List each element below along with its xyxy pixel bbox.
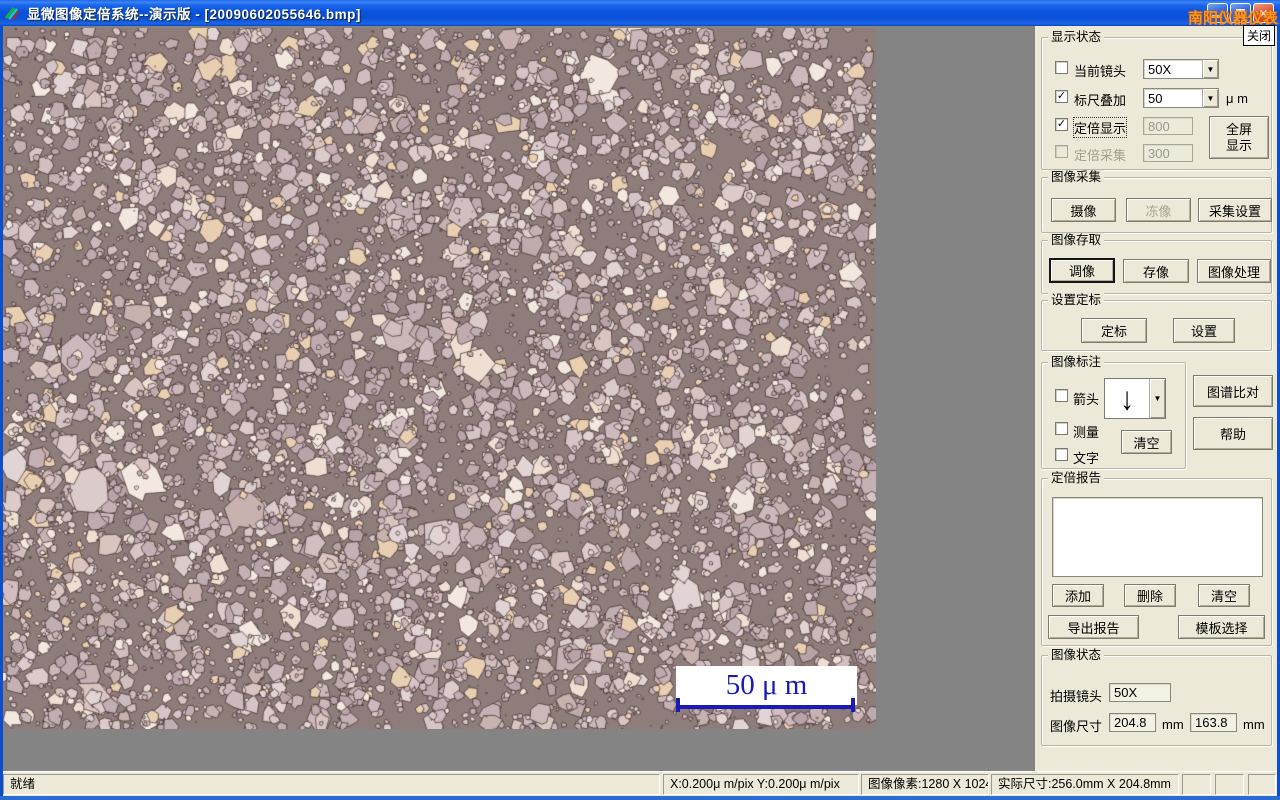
- group-storage-label: 图像存取: [1048, 233, 1105, 247]
- group-capture-label: 图像采集: [1048, 170, 1105, 184]
- checkbox-scale-overlay[interactable]: ✓: [1055, 90, 1068, 103]
- help-button[interactable]: 帮助: [1193, 417, 1273, 450]
- status-image-pixels: 图像像素:1280 X 1024: [861, 774, 989, 795]
- image-process-button[interactable]: 图像处理: [1197, 259, 1271, 283]
- group-display-status-label: 显示状态: [1048, 30, 1105, 44]
- image-height-field: 163.8: [1190, 713, 1237, 732]
- window-title: 显微图像定倍系统--演示版 - [20090602055646.bmp]: [27, 7, 361, 22]
- group-report-label: 定倍报告: [1048, 471, 1105, 485]
- chevron-down-icon[interactable]: ▼: [1202, 60, 1218, 78]
- scale-unit-label: μ m: [1226, 91, 1248, 106]
- app-icon: [4, 7, 20, 21]
- lens-value-field: 50X: [1109, 683, 1171, 702]
- restore-button[interactable]: [1230, 3, 1251, 23]
- atlas-compare-button[interactable]: 图谱比对: [1193, 375, 1273, 407]
- group-calibration-label: 设置定标: [1048, 293, 1105, 307]
- status-actual-size: 实际尺寸:256.0mm X 204.8mm: [991, 774, 1179, 795]
- status-ready: 就绪: [3, 774, 660, 795]
- report-delete-button[interactable]: 删除: [1124, 584, 1176, 607]
- checkbox-fixed-capture-label: 定倍采集: [1074, 148, 1127, 163]
- fullscreen-button[interactable]: 全屏 显示: [1209, 116, 1269, 159]
- status-pixel-scale: X:0.200μ m/pix Y:0.200μ m/pix: [663, 774, 859, 795]
- group-image-status: 图像状态 拍摄镜头 50X 图像尺寸 204.8 mm 163.8 mm: [1041, 648, 1272, 746]
- checkbox-fixed-capture: [1055, 145, 1068, 158]
- checkbox-fixed-display[interactable]: ✓: [1055, 118, 1068, 131]
- checkbox-scale-overlay-label: 标尺叠加: [1074, 93, 1127, 108]
- group-annotation: 图像标注 箭头 测量 文字 ↓ ▼ 清空: [1041, 355, 1186, 469]
- dropdown-scale-value[interactable]: 50 ▼: [1143, 88, 1219, 108]
- minimize-button[interactable]: [1207, 3, 1228, 23]
- calibration-settings-button[interactable]: 设置: [1173, 318, 1235, 343]
- microscope-image[interactable]: [3, 28, 876, 729]
- fixed-capture-value-field: 300: [1143, 144, 1193, 162]
- status-spare-3: [1248, 774, 1276, 795]
- chevron-down-icon[interactable]: ▼: [1202, 89, 1218, 107]
- close-tooltip: 关闭: [1243, 25, 1276, 46]
- lens-label: 拍摄镜头: [1050, 689, 1103, 704]
- arrow-style-combo[interactable]: ↓ ▼: [1104, 378, 1166, 419]
- checkbox-current-lens[interactable]: [1055, 61, 1068, 74]
- scalebar-label: 50 μ m: [725, 669, 808, 701]
- control-panel: 显示状态 当前镜头 50X ▼ ✓ 标尺叠加 50 ▼ μ m ✓ 定倍显示 8…: [1035, 26, 1277, 771]
- image-viewport: 50 μ m: [3, 26, 1035, 771]
- report-add-button[interactable]: 添加: [1052, 584, 1104, 607]
- calibrate-button[interactable]: 定标: [1081, 318, 1147, 343]
- group-storage: 图像存取 调像 存像 图像处理: [1041, 233, 1272, 294]
- load-image-button[interactable]: 调像: [1049, 258, 1115, 283]
- restore-icon: [1236, 9, 1245, 17]
- close-icon: ×: [1259, 5, 1268, 21]
- scalebar-tick-left: [676, 698, 680, 712]
- export-report-button[interactable]: 导出报告: [1048, 615, 1139, 639]
- window-border-left: [0, 26, 3, 800]
- checkbox-fixed-display-label: 定倍显示: [1072, 117, 1128, 138]
- image-size-label: 图像尺寸: [1050, 719, 1103, 734]
- checkbox-arrow-label: 箭头: [1073, 392, 1100, 407]
- checkbox-text[interactable]: [1055, 448, 1068, 461]
- checkbox-arrow[interactable]: [1055, 389, 1068, 402]
- dropdown-current-lens[interactable]: 50X ▼: [1143, 59, 1219, 79]
- checkbox-text-label: 文字: [1073, 451, 1100, 466]
- group-image-status-label: 图像状态: [1048, 648, 1105, 662]
- clear-annotation-button[interactable]: 清空: [1121, 430, 1172, 454]
- scalebar-line: [679, 705, 854, 709]
- height-unit-label: mm: [1243, 717, 1265, 732]
- scalebar-overlay: 50 μ m: [676, 666, 857, 705]
- scalebar-tick-right: [851, 698, 855, 712]
- status-bar: 就绪 X:0.200μ m/pix Y:0.200μ m/pix 图像像素:12…: [3, 771, 1277, 796]
- group-capture: 图像采集 摄像 冻像 采集设置: [1041, 170, 1272, 233]
- fixed-display-value-field: 800: [1143, 117, 1193, 135]
- save-image-button[interactable]: 存像: [1123, 259, 1189, 283]
- chevron-down-icon[interactable]: ▼: [1149, 379, 1165, 418]
- capture-button[interactable]: 摄像: [1051, 198, 1116, 222]
- checkbox-current-lens-label: 当前镜头: [1074, 64, 1127, 79]
- report-clear-button[interactable]: 清空: [1198, 584, 1250, 607]
- close-button[interactable]: ×: [1253, 3, 1274, 23]
- checkbox-measure-label: 测量: [1073, 425, 1100, 440]
- freeze-button: 冻像: [1126, 198, 1191, 222]
- width-unit-label: mm: [1162, 717, 1184, 732]
- image-width-field: 204.8: [1109, 713, 1156, 732]
- titlebar[interactable]: 显微图像定倍系统--演示版 - [20090602055646.bmp] ×: [0, 0, 1280, 26]
- capture-settings-button[interactable]: 采集设置: [1198, 198, 1272, 222]
- down-arrow-icon: ↓: [1120, 380, 1134, 416]
- group-annotation-label: 图像标注: [1048, 355, 1105, 369]
- group-calibration: 设置定标 定标 设置: [1041, 293, 1272, 351]
- status-spare-2: [1215, 774, 1244, 795]
- report-listbox[interactable]: [1052, 497, 1263, 577]
- group-report: 定倍报告 添加 删除 清空 导出报告 模板选择: [1041, 471, 1272, 646]
- template-select-button[interactable]: 模板选择: [1178, 615, 1265, 639]
- status-spare-1: [1182, 774, 1211, 795]
- minimize-icon: [1212, 15, 1221, 18]
- checkbox-measure[interactable]: [1055, 422, 1068, 435]
- group-display-status: 显示状态 当前镜头 50X ▼ ✓ 标尺叠加 50 ▼ μ m ✓ 定倍显示 8…: [1041, 30, 1272, 170]
- window-border-bottom: [0, 796, 1280, 800]
